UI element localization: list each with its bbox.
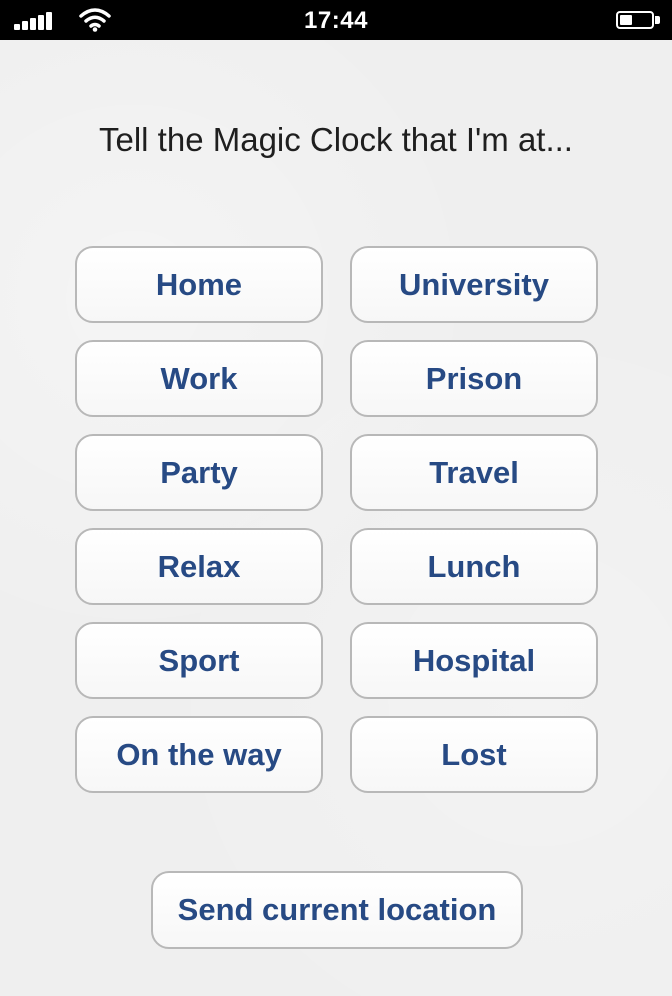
location-button-party[interactable]: Party	[75, 434, 323, 511]
page-title: Tell the Magic Clock that I'm at...	[99, 121, 573, 158]
location-button-travel[interactable]: Travel	[350, 434, 598, 511]
location-button-lunch[interactable]: Lunch	[350, 528, 598, 605]
location-button-on-the-way[interactable]: On the way	[75, 716, 323, 793]
location-button-hospital[interactable]: Hospital	[350, 622, 598, 699]
location-button-prison[interactable]: Prison	[350, 340, 598, 417]
location-button-sport[interactable]: Sport	[75, 622, 323, 699]
location-button-relax[interactable]: Relax	[75, 528, 323, 605]
location-button-work[interactable]: Work	[75, 340, 323, 417]
location-button-lost[interactable]: Lost	[350, 716, 598, 793]
location-button-grid: Home University Work Prison Party Travel…	[75, 246, 598, 793]
send-current-location-button[interactable]: Send current location	[151, 871, 523, 949]
location-button-university[interactable]: University	[350, 246, 598, 323]
status-time: 17:44	[304, 7, 368, 34]
status-bar: 17:44	[0, 0, 672, 40]
app-screen: 17:44 Tell the Magic Clock that I'm at..…	[0, 0, 672, 996]
location-button-home[interactable]: Home	[75, 246, 323, 323]
battery-icon	[616, 10, 662, 30]
